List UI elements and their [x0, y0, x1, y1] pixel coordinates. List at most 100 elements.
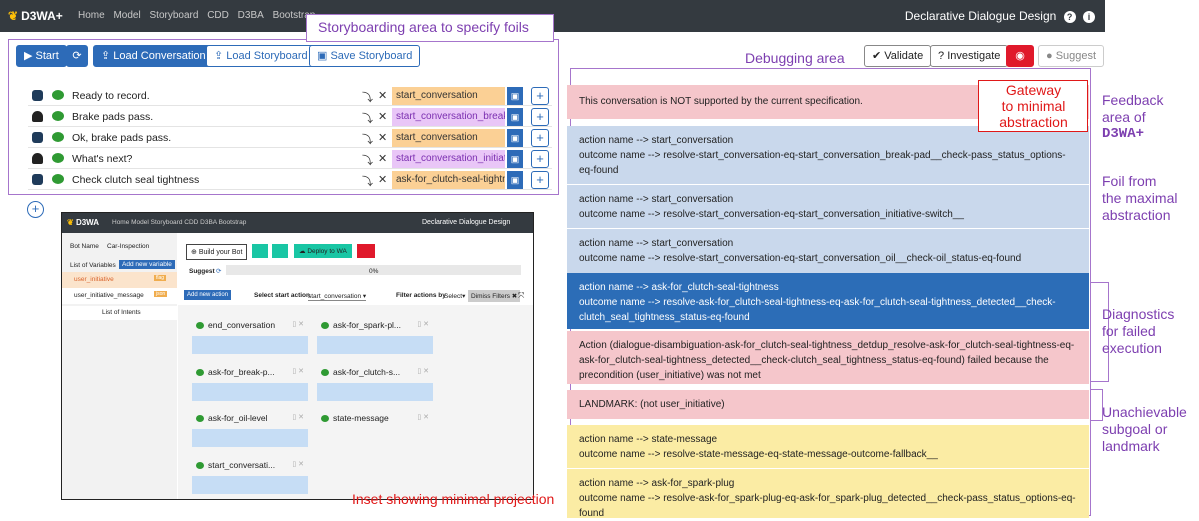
action-label[interactable]: start_conversation_break-p: [392, 108, 505, 126]
card-controls-icon[interactable]: ▯ ✕: [417, 413, 429, 421]
card-controls-icon[interactable]: ▯ ✕: [292, 413, 304, 421]
bot-name-label: Bot Name: [70, 243, 99, 250]
action-label[interactable]: start_conversation: [392, 129, 505, 147]
action-label[interactable]: ask-for_clutch-seal-tightne: [392, 171, 505, 189]
add-turn-button[interactable]: +: [27, 201, 44, 218]
action-card[interactable]: start_conversati... ▯ ✕: [192, 456, 308, 496]
comment-icon: [52, 174, 64, 184]
load-storyboard-button[interactable]: ⇪ Load Storyboard: [206, 45, 316, 67]
robot-icon: [32, 132, 43, 143]
foil-action: action name --> ask-for_clutch-seal-tigh…: [579, 282, 779, 293]
utterance-text[interactable]: What's next?: [72, 153, 132, 165]
refresh-icon[interactable]: ⟳: [216, 267, 221, 275]
landmark-band: LANDMARK: (not user_initiative): [567, 390, 1089, 419]
action-card[interactable]: ask-for_spark-pl... ▯ ✕: [317, 316, 433, 356]
utterance-text[interactable]: Ready to record.: [72, 90, 150, 102]
feedback-annotation-brand: D3WA+: [1102, 126, 1145, 142]
inset-suggest-label: Suggest: [189, 268, 215, 275]
suggest-button[interactable]: ● Suggest: [1038, 45, 1105, 67]
add-action-button[interactable]: Add new action: [184, 290, 232, 300]
action-card[interactable]: ask-for_oil-level ▯ ✕: [192, 409, 308, 449]
remaining-entry: action name --> state-message outcome nam…: [567, 425, 1089, 468]
feedback-annotation: Feedback area of D3WA+: [1102, 92, 1163, 143]
card-controls-icon[interactable]: ▯ ✕: [417, 367, 429, 375]
action-card[interactable]: ask-for_break-p... ▯ ✕: [192, 363, 308, 403]
save-storyboard-button[interactable]: ▣ Save Storyboard: [309, 45, 421, 67]
app-title: Declarative Dialogue Design: [904, 9, 1057, 23]
comment-icon: [52, 132, 64, 142]
info-circle-icon[interactable]: i: [1083, 10, 1095, 23]
validate-button[interactable]: ✔ Validate: [864, 45, 932, 67]
refresh-button[interactable]: ⟳: [66, 45, 88, 67]
card-controls-icon[interactable]: ▯ ✕: [292, 367, 304, 375]
storyboarding-annotation: Storyboarding area to specify foils: [318, 19, 529, 35]
filter-label: Filter actions by: [396, 292, 446, 299]
build-bot-button[interactable]: ⊕ Build your Bot: [186, 244, 248, 260]
close-icon[interactable]: ✕: [378, 89, 387, 102]
add-icon[interactable]: +: [531, 150, 549, 168]
arrow-down-icon[interactable]: ⤵: [362, 131, 373, 147]
deploy-wa-button[interactable]: ☁ Deploy to WA: [294, 244, 352, 258]
save-icon[interactable]: ▣: [507, 108, 523, 126]
nav-home[interactable]: Home: [78, 10, 105, 21]
save-icon[interactable]: ▣: [507, 171, 523, 189]
add-variable-button[interactable]: Add new variable: [119, 260, 175, 269]
action-card-body: [192, 383, 308, 401]
filter-select[interactable]: Select▾: [444, 292, 465, 300]
comment-icon: [321, 415, 329, 423]
eye-slash-icon[interactable]: [357, 244, 375, 258]
card-controls-icon[interactable]: ▯ ✕: [292, 320, 304, 328]
nav-model[interactable]: Model: [113, 10, 140, 21]
action-card-body: [317, 336, 433, 354]
list-variables-tab[interactable]: List of Variables: [70, 262, 116, 269]
action-card-body: [192, 429, 308, 447]
utterance-text[interactable]: Check clutch seal tightness: [72, 174, 199, 186]
add-icon[interactable]: +: [531, 171, 549, 189]
close-icon[interactable]: ✕: [378, 152, 387, 165]
action-label[interactable]: start_conversation_initiative: [392, 150, 505, 168]
arrow-down-icon[interactable]: ⤵: [362, 110, 373, 126]
eye-button[interactable]: ◉: [1006, 45, 1034, 67]
progress-percent: 0%: [369, 268, 379, 275]
close-icon[interactable]: ✕: [378, 131, 387, 144]
investigate-button[interactable]: ? Investigate: [930, 45, 1009, 67]
feedback-annotation-line: area of: [1102, 109, 1146, 125]
unachievable-annotation: Unachievable subgoal or landmark: [1102, 404, 1187, 454]
arrow-down-icon[interactable]: ⤵: [362, 152, 373, 168]
nav-d3ba[interactable]: D3BA: [238, 10, 264, 21]
save-icon[interactable]: ▣: [507, 150, 523, 168]
arrow-down-icon[interactable]: ⤵: [362, 173, 373, 189]
question-circle-icon[interactable]: ?: [1063, 10, 1076, 23]
comment-icon: [52, 153, 64, 163]
arrow-down-icon[interactable]: ⤵: [362, 89, 373, 105]
card-controls-icon[interactable]: ▯ ✕: [292, 460, 304, 468]
action-label[interactable]: start_conversation: [392, 87, 505, 105]
nav-storyboard[interactable]: Storyboard: [150, 10, 199, 21]
action-card[interactable]: state-message ▯ ✕: [317, 409, 433, 449]
utterance-text[interactable]: Brake pads pass.: [72, 111, 153, 123]
add-icon[interactable]: +: [531, 129, 549, 147]
action-card[interactable]: ask-for_clutch-s... ▯ ✕: [317, 363, 433, 403]
action-card-title: end_conversation: [196, 320, 275, 330]
start-button[interactable]: ▶ Start: [16, 45, 67, 67]
load-conversation-button[interactable]: ⇪ Load Conversation: [93, 45, 214, 67]
save-icon[interactable]: ▣: [507, 129, 523, 147]
sitemap-icon[interactable]: [252, 244, 268, 258]
card-controls-icon[interactable]: ▯ ✕: [417, 320, 429, 328]
user-icon: [32, 111, 43, 122]
foil-action: action name --> start_conversation: [579, 238, 734, 249]
start-action-select[interactable]: start_conversation ▾: [308, 292, 367, 301]
chat-icon[interactable]: [272, 244, 288, 258]
action-card[interactable]: end_conversation ▯ ✕: [192, 316, 308, 356]
nav-cdd[interactable]: CDD: [207, 10, 229, 21]
dismiss-filters-button[interactable]: Dimiss Filters ✖: [468, 290, 521, 302]
save-icon[interactable]: ▣: [507, 87, 523, 105]
brand-logo[interactable]: ❦ D3WA+: [8, 9, 63, 23]
add-icon[interactable]: +: [531, 87, 549, 105]
var-name: user_initiative: [74, 276, 114, 283]
utterance-text[interactable]: Ok, brake pads pass.: [72, 132, 171, 144]
add-icon[interactable]: +: [531, 108, 549, 126]
close-icon[interactable]: ✕: [378, 110, 387, 123]
compress-icon[interactable]: ⤧: [518, 291, 524, 301]
close-icon[interactable]: ✕: [378, 173, 387, 186]
